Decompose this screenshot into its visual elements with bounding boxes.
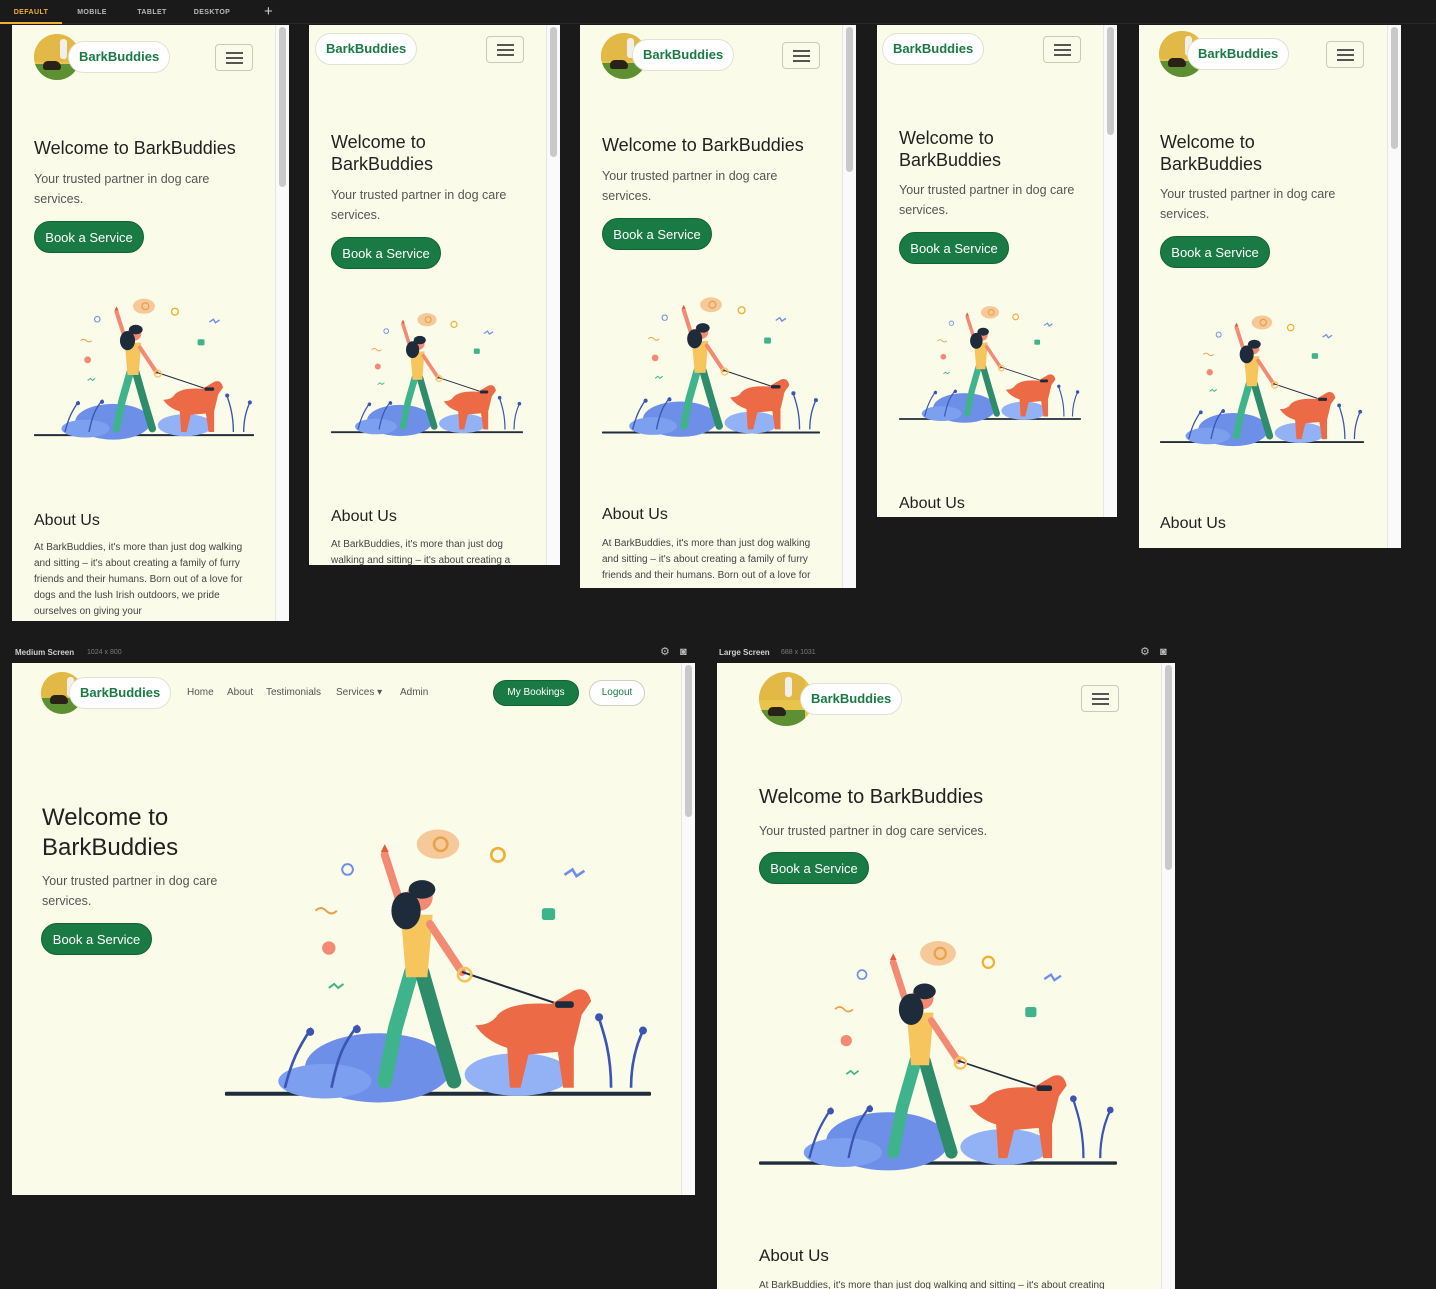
gear-icon[interactable]: ⚙ (660, 646, 670, 658)
woman-walking-dog-illustration (602, 283, 820, 443)
preview-frame-3: BarkBuddies Welcome to BarkBuddies Your … (580, 25, 856, 588)
scrollbar[interactable] (1387, 25, 1401, 548)
about-title: About Us (602, 506, 668, 523)
book-service-button[interactable]: Book a Service (41, 923, 152, 955)
device-toolbar: DEFAULT MOBILE TABLET DESKTOP + (0, 0, 1436, 24)
hero-subtitle: Your trusted partner in dog care service… (759, 824, 988, 838)
hero-subtitle: Your trusted partner in dog care service… (1160, 187, 1336, 221)
hero-title: Welcome to BarkBuddies (34, 138, 236, 158)
nav-services[interactable]: Services ▾ (336, 686, 382, 700)
about-text: At BarkBuddies, it's more than just dog … (331, 539, 511, 565)
hamburger-menu-icon[interactable] (782, 42, 820, 69)
scrollbar[interactable] (1161, 663, 1175, 1289)
book-service-button[interactable]: Book a Service (34, 221, 144, 253)
camera-icon[interactable]: ◙ (680, 646, 687, 658)
hero-title: Welcome to BarkBuddies (1160, 132, 1263, 174)
medium-panel-label: Medium Screen (15, 648, 75, 657)
caret-down-icon: ▾ (377, 687, 383, 698)
nav-about[interactable]: About (227, 686, 253, 700)
woman-walking-dog-illustration (331, 300, 523, 442)
brand-logo[interactable]: BarkBuddies (315, 33, 418, 65)
about-title: About Us (759, 1246, 829, 1265)
logout-button[interactable]: Logout (589, 680, 645, 706)
about-title: About Us (899, 495, 965, 512)
hamburger-menu-icon[interactable] (1043, 36, 1081, 63)
brand-logo[interactable]: BarkBuddies (1187, 38, 1290, 70)
woman-walking-dog-illustration (225, 798, 651, 1118)
book-service-button[interactable]: Book a Service (331, 237, 441, 269)
nav-services-label: Services (336, 687, 375, 698)
nav-admin[interactable]: Admin (400, 686, 428, 700)
preview-frame-5: BarkBuddies Welcome to BarkBuddies Your … (1139, 25, 1401, 548)
woman-walking-dog-illustration (759, 918, 1117, 1180)
book-service-button[interactable]: Book a Service (602, 218, 712, 250)
hero-subtitle: Your trusted partner in dog care service… (899, 183, 1075, 217)
preview-frame-4: BarkBuddies Welcome to BarkBuddies Your … (877, 25, 1117, 517)
scrollbar[interactable] (546, 25, 560, 565)
hero-title: Welcome to BarkBuddies (42, 804, 179, 861)
woman-walking-dog-illustration (899, 293, 1081, 429)
preview-frame-large: BarkBuddies Welcome to BarkBuddies Your … (717, 663, 1175, 1289)
my-bookings-button[interactable]: My Bookings (493, 680, 579, 706)
camera-icon[interactable]: ◙ (1160, 646, 1167, 658)
brand-logo[interactable]: BarkBuddies (882, 33, 985, 65)
hero-title: Welcome to BarkBuddies (759, 786, 984, 808)
about-text: At BarkBuddies, it's more than just dog … (602, 538, 811, 581)
brand-logo[interactable]: BarkBuddies (800, 683, 903, 715)
scrollbar[interactable] (681, 663, 695, 1195)
scrollbar[interactable] (1103, 25, 1117, 517)
book-service-button[interactable]: Book a Service (759, 852, 869, 884)
nav-home[interactable]: Home (187, 686, 214, 700)
medium-panel-size: 1024 x 800 (87, 649, 122, 656)
about-text: At BarkBuddies, it's more than just dog … (34, 542, 243, 617)
about-title: About Us (34, 512, 100, 529)
about-title: About Us (1160, 515, 1226, 532)
large-panel-size: 688 x 1031 (781, 649, 816, 656)
book-service-button[interactable]: Book a Service (899, 232, 1009, 264)
hamburger-menu-icon[interactable] (486, 36, 524, 63)
hero-title: Welcome to BarkBuddies (602, 135, 804, 155)
brand-logo[interactable]: BarkBuddies (632, 39, 735, 71)
brand-logo[interactable]: BarkBuddies (69, 677, 172, 709)
tab-default[interactable]: DEFAULT (0, 0, 62, 24)
about-title: About Us (331, 508, 397, 525)
tab-tablet[interactable]: TABLET (122, 0, 182, 24)
tab-desktop[interactable]: DESKTOP (182, 0, 242, 24)
gear-icon[interactable]: ⚙ (1140, 646, 1150, 658)
hamburger-menu-icon[interactable] (1326, 41, 1364, 68)
preview-frame-2: BarkBuddies Welcome to BarkBuddies Your … (309, 25, 560, 565)
scrollbar[interactable] (275, 25, 289, 621)
large-panel-label: Large Screen (719, 648, 770, 657)
hamburger-menu-icon[interactable] (1081, 685, 1119, 712)
plus-icon[interactable]: + (264, 3, 273, 21)
hero-title: Welcome to BarkBuddies (331, 132, 434, 174)
hamburger-menu-icon[interactable] (215, 44, 253, 71)
about-text: At BarkBuddies, it's more than just dog … (759, 1280, 1105, 1289)
woman-walking-dog-illustration (1160, 303, 1364, 451)
preview-frame-medium: BarkBuddies Home About Testimonials Serv… (12, 663, 695, 1195)
woman-walking-dog-illustration (34, 285, 254, 445)
scrollbar[interactable] (842, 25, 856, 588)
hero-title: Welcome to BarkBuddies (899, 128, 1002, 170)
tab-mobile[interactable]: MOBILE (62, 0, 122, 24)
brand-logo[interactable]: BarkBuddies (68, 41, 171, 73)
preview-frame-1: BarkBuddies Welcome to BarkBuddies Your … (12, 25, 289, 621)
hero-subtitle: Your trusted partner in dog care service… (34, 172, 210, 206)
hero-subtitle: Your trusted partner in dog care service… (331, 188, 507, 222)
hero-subtitle: Your trusted partner in dog care service… (602, 169, 778, 203)
hero-subtitle: Your trusted partner in dog care service… (42, 874, 218, 908)
book-service-button[interactable]: Book a Service (1160, 236, 1270, 268)
nav-testimonials[interactable]: Testimonials (266, 686, 321, 700)
